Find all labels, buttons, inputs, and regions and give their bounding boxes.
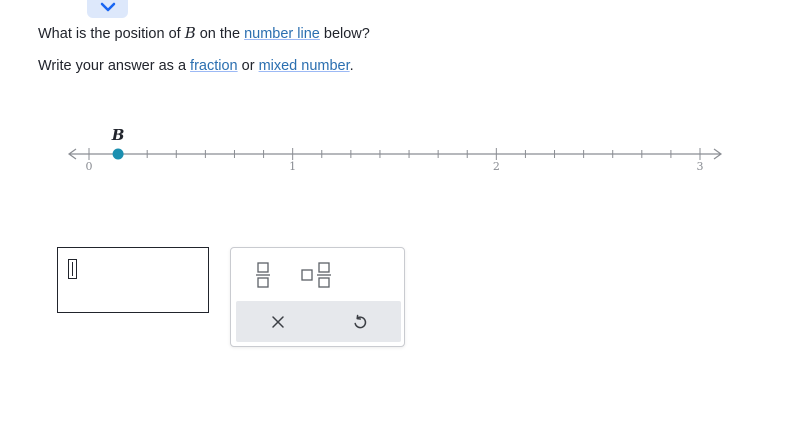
close-icon xyxy=(272,315,284,328)
question-line-2: Write your answer as a fraction or mixed… xyxy=(38,57,354,75)
tick-label: 1 xyxy=(289,160,296,173)
undo-icon xyxy=(354,314,367,328)
keypad-action-row xyxy=(236,301,401,342)
question-text: below? xyxy=(319,26,370,42)
tick-label: 2 xyxy=(493,160,500,173)
question-text: on the xyxy=(195,26,245,42)
question-line-1: What is the position of B on the number … xyxy=(38,24,370,43)
text-cursor xyxy=(68,259,77,279)
point-b xyxy=(112,148,124,160)
number-line: 0 1 2 3 B xyxy=(67,126,723,173)
instruction-text: Write your answer as a xyxy=(38,58,191,74)
fraction-link[interactable]: fraction xyxy=(190,58,238,74)
fraction-key[interactable] xyxy=(245,256,281,294)
point-b-label: B xyxy=(111,126,125,144)
instruction-text: . xyxy=(349,58,354,74)
expand-tab[interactable] xyxy=(87,0,128,18)
fraction-icon xyxy=(256,262,270,288)
tick-label: 3 xyxy=(697,160,704,173)
question-text: What is the position of xyxy=(38,26,185,42)
variable-b: B xyxy=(184,24,196,42)
mixed-number-key[interactable] xyxy=(297,256,337,294)
instruction-text: or xyxy=(237,58,259,74)
chevron-down-icon xyxy=(100,2,115,12)
undo-button[interactable] xyxy=(338,301,382,342)
tick-label: 0 xyxy=(86,160,93,173)
number-line-axis: 0 1 2 3 B xyxy=(67,126,723,173)
mixed-number-icon xyxy=(301,262,331,288)
number-line-link[interactable]: number line xyxy=(244,26,320,42)
math-keypad xyxy=(230,247,405,347)
mixed-number-link[interactable]: mixed number xyxy=(259,58,350,74)
clear-button[interactable] xyxy=(256,301,300,342)
answer-input[interactable] xyxy=(57,247,209,313)
